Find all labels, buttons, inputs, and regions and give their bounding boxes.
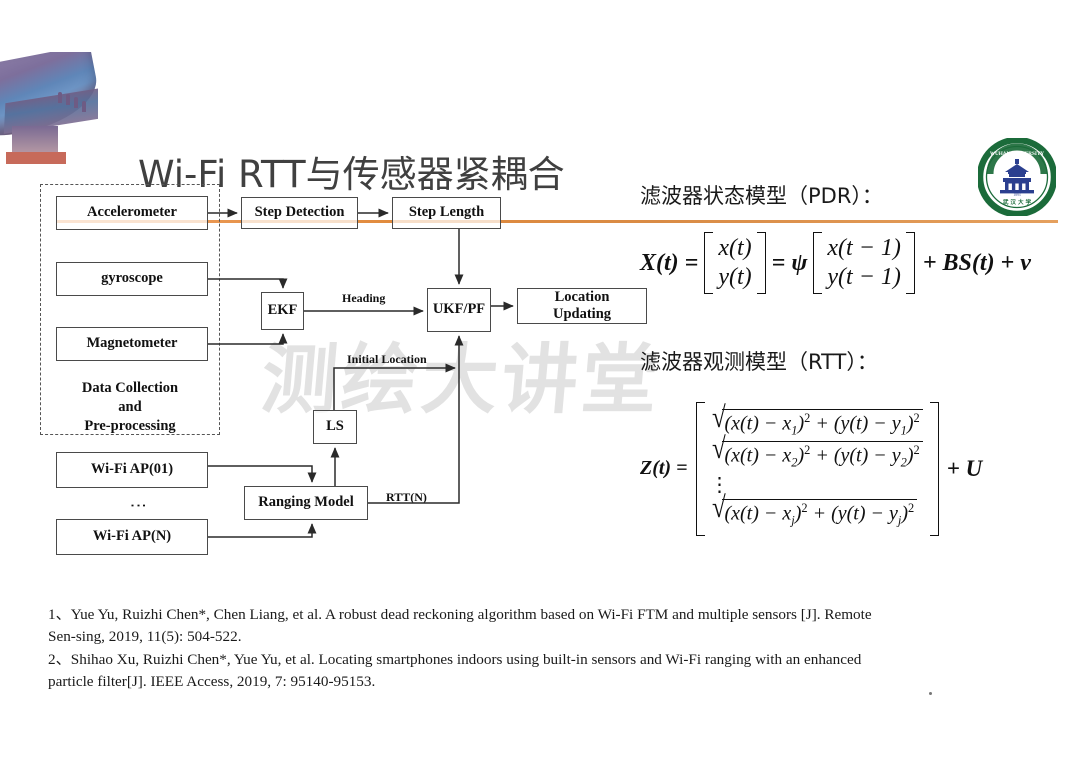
row-1-x-sub: 1 (791, 423, 798, 438)
observation-matrix: √(x(t) − x1)2 + (y(t) − y1)2 √(x(t) − x2… (695, 401, 939, 536)
state-tail: + BS(t) + v (922, 249, 1031, 276)
state-model-block: 滤波器状态模型（PDR）： X(t) = x(t) y(t) = ψ x(t −… (640, 180, 1031, 294)
observation-row-j: √(x(t) − xj)2 + (y(t) − yj)2 (708, 491, 927, 530)
state-vec-right-row-2: y(t − 1) (827, 264, 901, 290)
observation-lhs: Z(t) = (640, 457, 688, 480)
observation-row-1: √(x(t) − x1)2 + (y(t) − y1)2 (708, 401, 927, 440)
state-vec-right-row-1: x(t − 1) (827, 235, 901, 261)
state-mid: = ψ (771, 249, 808, 276)
row-1-y-sub: 1 (900, 423, 907, 438)
state-vec-left-row-1: x(t) (718, 235, 752, 261)
reference-item-1: 1、Yue Yu, Ruizhi Chen*, Chen Liang, et a… (48, 606, 872, 645)
row-j-y-sub: j (897, 513, 902, 528)
observation-model-block: 滤波器观测模型（RTT）： Z(t) = √(x(t) − x1)2 + (y(… (640, 346, 982, 536)
observation-row-2: √(x(t) − x2)2 + (y(t) − y2)2 (708, 433, 927, 472)
state-vector-left: x(t) y(t) (704, 232, 766, 294)
svg-text:WUHAN UNIVERSITY: WUHAN UNIVERSITY (990, 151, 1045, 157)
state-model-equation: X(t) = x(t) y(t) = ψ x(t − 1) y(t − 1) +… (640, 232, 1031, 294)
state-vec-left-row-2: y(t) (718, 264, 752, 290)
row-j-x-sub: j (791, 513, 795, 528)
observation-row-ellipsis: ⋮ (709, 474, 730, 497)
row-2-x-sub: 2 (791, 455, 798, 470)
reference-item-2: 2、Shihao Xu, Ruizhi Chen*, Yue Yu, et al… (48, 651, 862, 690)
observation-model-equation: Z(t) = √(x(t) − x1)2 + (y(t) − y1)2 √(x(… (640, 401, 983, 536)
state-lhs: X(t) = (640, 249, 699, 276)
diagram-connectors (208, 208, 514, 538)
slide-canvas: Wi-Fi RTT与传感器紧耦合 WUHAN UNIVERSITY 武 汉 大 … (0, 0, 1080, 763)
observation-tail: + U (946, 455, 983, 481)
decorative-dot (929, 692, 932, 695)
observation-model-heading: 滤波器观测模型（RTT）： (640, 350, 878, 374)
references-list: 1、Yue Yu, Ruizhi Chen*, Chen Liang, et a… (48, 604, 888, 692)
system-architecture-diagram: Data Collection and Pre-processing Accel… (0, 0, 647, 600)
row-2-y-sub: 2 (900, 455, 907, 470)
state-model-heading: 滤波器状态模型（PDR）： (640, 184, 883, 208)
state-vector-right: x(t − 1) y(t − 1) (813, 232, 915, 294)
